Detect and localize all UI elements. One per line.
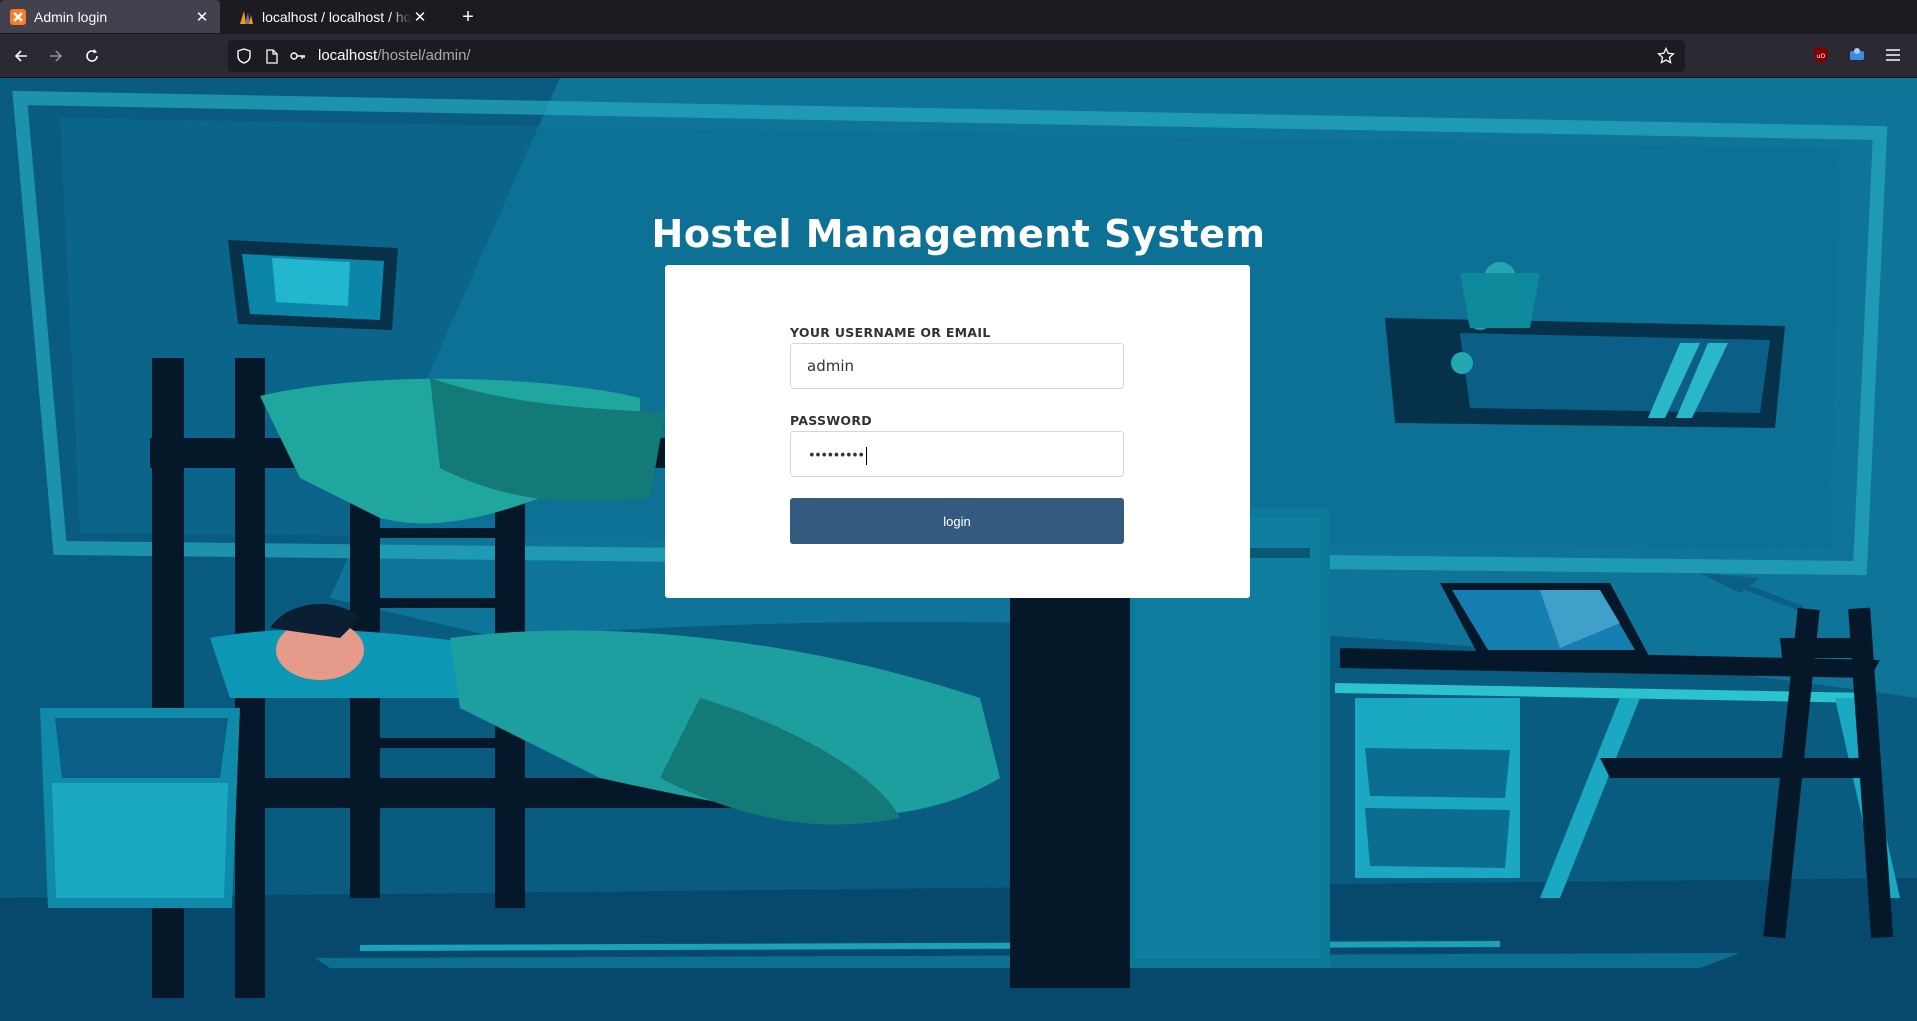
url-path: /hostel/admin/ [377, 47, 471, 64]
login-card: YOUR USERNAME OR EMAIL PASSWORD ••••••••… [665, 265, 1250, 598]
username-input[interactable] [790, 343, 1124, 389]
username-label: YOUR USERNAME OR EMAIL [790, 325, 991, 340]
xampp-icon [10, 8, 26, 25]
close-tab-icon[interactable]: ✕ [412, 9, 428, 26]
tab-strip: Admin login ✕ localhost / localhost / ho… [0, 0, 1917, 34]
back-arrow-icon[interactable] [9, 44, 33, 68]
hamburger-menu-icon[interactable] [1884, 46, 1902, 64]
password-dots: ••••••••• [808, 448, 865, 464]
text-caret [865, 447, 867, 465]
password-masked-value: ••••••••• [808, 447, 867, 465]
extension-puzzle-icon[interactable] [1848, 46, 1866, 64]
ublock-origin-icon[interactable]: uO [1812, 46, 1830, 64]
forward-arrow-icon[interactable] [44, 44, 68, 68]
new-tab-plus-icon[interactable]: + [456, 5, 480, 29]
password-input[interactable]: ••••••••• [790, 431, 1124, 477]
bookmark-star-icon[interactable] [1657, 46, 1675, 70]
tab-title: localhost / localhost / hostel [262, 8, 412, 25]
tab-admin-login[interactable]: Admin login ✕ [0, 0, 220, 33]
navigation-toolbar: localhost/hostel/admin/ uO [0, 34, 1917, 78]
phpmyadmin-icon [238, 9, 254, 25]
svg-text:uO: uO [1817, 53, 1826, 60]
page-icon[interactable] [264, 48, 280, 64]
shield-icon[interactable] [236, 48, 252, 64]
password-label: PASSWORD [790, 413, 872, 428]
tab-title: Admin login [34, 8, 108, 25]
key-icon[interactable] [290, 48, 306, 64]
page-viewport: Hostel Management System YOUR USERNAME O… [0, 78, 1917, 1021]
tab-phpmyadmin[interactable]: localhost / localhost / hostel ✕ [228, 0, 438, 33]
address-bar[interactable]: localhost/hostel/admin/ [228, 40, 1685, 72]
url-text[interactable]: localhost/hostel/admin/ [318, 47, 471, 64]
page-title: Hostel Management System [651, 212, 1266, 256]
login-button[interactable]: login [790, 498, 1124, 544]
url-host: localhost [318, 47, 378, 64]
close-tab-icon[interactable]: ✕ [194, 9, 210, 26]
reload-icon[interactable] [80, 44, 104, 68]
